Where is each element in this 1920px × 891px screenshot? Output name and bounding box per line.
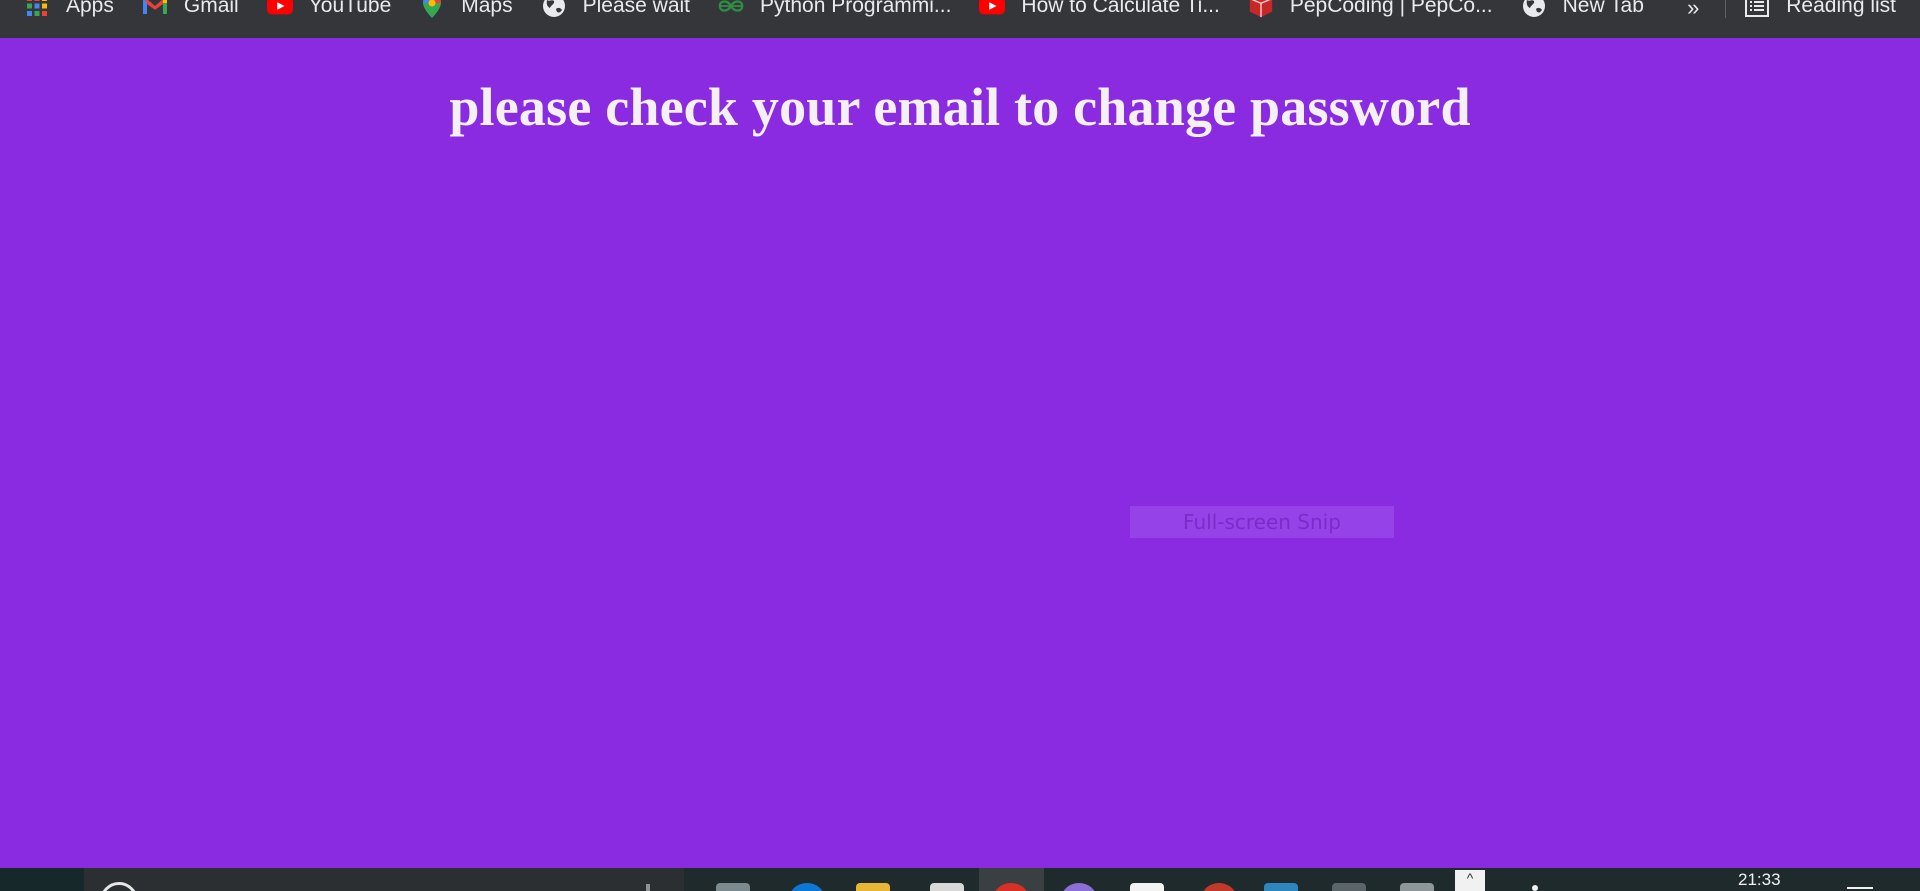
bookmark-apps[interactable]: Apps [24, 0, 128, 17]
task-view-icon[interactable] [716, 883, 750, 891]
bookmark-python-programming[interactable]: Python Programmi... [718, 0, 965, 17]
show-hidden-icons-button[interactable]: ^ [1455, 870, 1485, 891]
bookmark-label: Gmail [183, 0, 239, 17]
bookmark-label: Maps [461, 0, 513, 17]
taskbar: ^ 21:33 [0, 868, 1920, 891]
chevron-up-icon: ^ [1466, 870, 1474, 886]
youtube-icon [979, 0, 1006, 17]
full-screen-snip-tooltip[interactable]: Full-screen Snip [1130, 506, 1394, 538]
taskbar-search-box[interactable] [84, 868, 684, 891]
app-icon-white[interactable] [1130, 883, 1164, 891]
bookmark-pepcoding[interactable]: PepCoding | PepCo... [1248, 0, 1507, 18]
bookmark-new-tab[interactable]: New Tab [1521, 0, 1658, 17]
page-title: please check your email to change passwo… [449, 77, 1471, 137]
app-icon-red[interactable] [1202, 883, 1236, 891]
reading-list-button[interactable]: Reading list [1744, 0, 1896, 17]
bookmark-label: How to Calculate Ti... [1021, 0, 1220, 17]
app-icon-gray[interactable] [1332, 883, 1366, 891]
bookmark-label: Python Programmi... [760, 0, 952, 17]
tray-icon[interactable] [1532, 885, 1538, 891]
bookmarks-overflow-button[interactable]: » [1679, 0, 1707, 20]
youtube-icon [266, 0, 293, 17]
start-button[interactable] [0, 868, 84, 891]
bookmark-label: Please wait [582, 0, 690, 17]
globe-icon [1521, 0, 1547, 17]
notepad-icon[interactable] [930, 883, 964, 891]
bookmark-maps[interactable]: Maps [419, 0, 526, 18]
app-icon-light-gray[interactable] [1400, 883, 1434, 891]
bookmark-label: Apps [66, 0, 114, 17]
app-icon-purple[interactable] [1062, 883, 1096, 891]
bookmark-youtube[interactable]: YouTube [266, 0, 406, 17]
bookmark-label: New Tab [1562, 0, 1644, 17]
globe-icon [541, 0, 567, 17]
bookmark-label: PepCoding | PepCo... [1289, 0, 1493, 17]
pepcoding-icon [1248, 0, 1274, 18]
vscode-icon[interactable] [1264, 883, 1298, 891]
geeksforgeeks-icon [718, 0, 744, 17]
bookmarks-bar: Apps Gmail YouTube Maps Please wait Pyth… [0, 0, 1920, 38]
apps-grid-icon [24, 0, 50, 17]
snip-tooltip-label: Full-screen Snip [1183, 510, 1341, 534]
reading-list-icon [1744, 0, 1770, 17]
taskbar-clock[interactable]: 21:33 [1738, 870, 1781, 890]
notification-center-icon[interactable] [1847, 887, 1873, 889]
chevron-double-right-icon: » [1687, 0, 1700, 20]
edge-icon[interactable] [790, 883, 824, 891]
file-explorer-icon[interactable] [856, 883, 890, 891]
bookmarks-divider [1725, 0, 1727, 18]
gmail-icon [142, 0, 168, 17]
maps-pin-icon [419, 0, 445, 18]
reading-list-label: Reading list [1786, 0, 1896, 17]
bookmark-please-wait[interactable]: Please wait [541, 0, 704, 17]
microphone-icon[interactable] [646, 884, 650, 891]
bookmark-label: YouTube [308, 0, 392, 17]
bookmark-gmail[interactable]: Gmail [142, 0, 253, 17]
bookmark-how-to-calculate[interactable]: How to Calculate Ti... [979, 0, 1233, 17]
